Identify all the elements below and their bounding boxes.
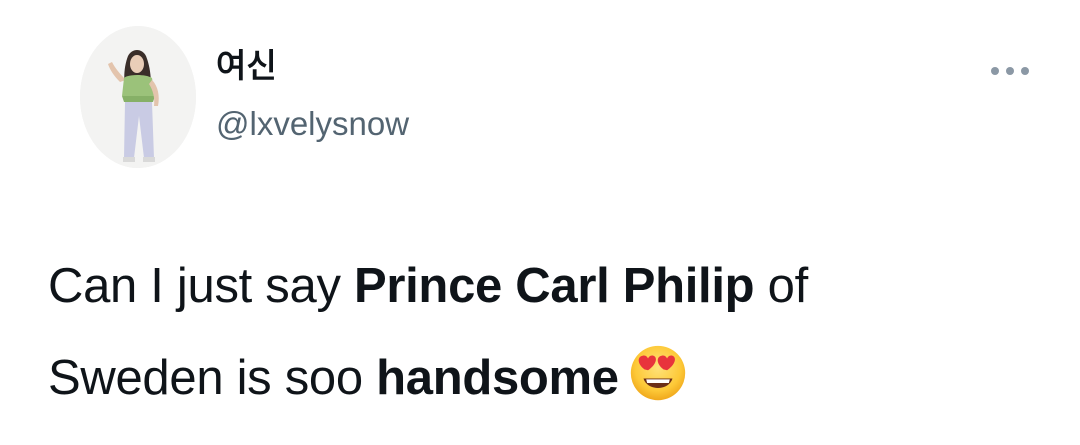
tweet-text-segment: of <box>754 259 809 313</box>
tweet-text-segment: Sweden is soo <box>48 351 377 405</box>
more-dot <box>1006 67 1014 75</box>
more-options-icon[interactable] <box>984 58 1036 84</box>
user-handle[interactable]: @lxvelysnow <box>216 103 409 145</box>
heart-eyes-emoji-icon <box>629 344 687 402</box>
tweet-card: 여신 @lxvelysnow Can I just say Prince Car… <box>0 0 1080 445</box>
tweet-text-bold: handsome <box>376 351 619 405</box>
more-dot <box>1021 67 1029 75</box>
avatar[interactable] <box>80 26 196 168</box>
tweet-text: Can I just say Prince Carl Philip of Swed… <box>48 240 1048 424</box>
tweet-text-segment: Can I just say <box>48 259 354 313</box>
display-name[interactable]: 여신 <box>216 46 277 86</box>
more-dot <box>991 67 999 75</box>
avatar-photo <box>80 26 196 168</box>
tweet-text-bold: Prince Carl Philip <box>353 259 755 313</box>
